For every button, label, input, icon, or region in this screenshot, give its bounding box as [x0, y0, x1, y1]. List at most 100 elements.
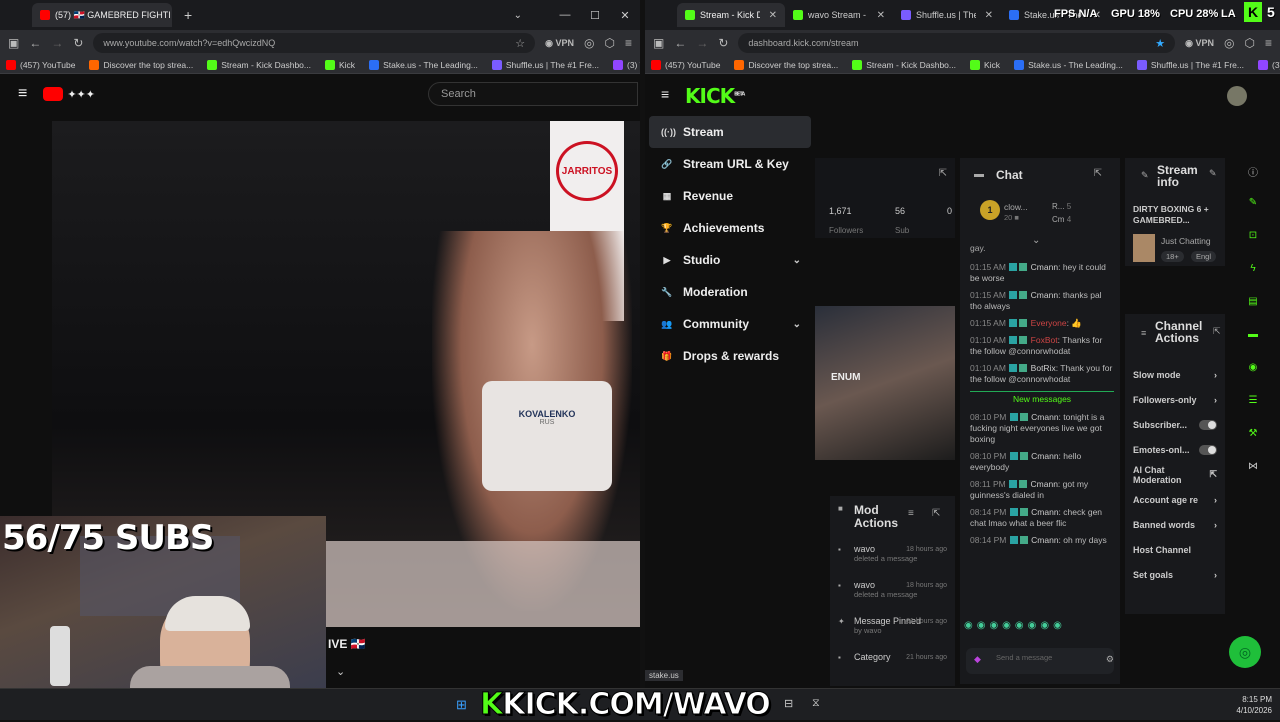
bookmark-item[interactable]: Kick: [970, 59, 1000, 70]
settings-icon[interactable]: ⚙: [1106, 654, 1114, 665]
bookmark-item[interactable]: (457) YouTube: [6, 59, 75, 70]
sidebar-item-stream[interactable]: ((·)) Stream: [649, 116, 811, 148]
close-tab-icon[interactable]: ✕: [877, 10, 885, 21]
bookmark-item[interactable]: (457) YouTube: [651, 59, 720, 70]
bookmark-item[interactable]: Discover the top strea...: [89, 59, 193, 70]
message-user[interactable]: Cmann: [1031, 290, 1058, 300]
sidebar-item-community[interactable]: 👥 Community ⌄: [649, 308, 811, 340]
emote-icon[interactable]: ◆: [974, 654, 981, 665]
windows-start-icon[interactable]: ⊞: [456, 697, 467, 713]
browser-tab[interactable]: wavo Stream - ✕: [785, 3, 893, 27]
sidebar-item-stream-url-key[interactable]: 🔗 Stream URL & Key: [649, 148, 811, 180]
chat-message[interactable]: 08:14 PM Cmann: check gen chat lmao what…: [970, 507, 1114, 529]
message-user[interactable]: Everyone: [1031, 318, 1067, 328]
bookmark-item[interactable]: Stake.us - The Leading...: [369, 59, 478, 70]
right-address-bar[interactable]: dashboard.kick.com/stream ★: [738, 33, 1176, 53]
channel-action-emotes-onl-[interactable]: Emotes-onl...: [1133, 437, 1225, 462]
chat-message[interactable]: 01:10 AM FoxBot: Thanks for the follow @…: [970, 335, 1114, 357]
bookmark-item[interactable]: Shuffle.us | The #1 Fre...: [1136, 59, 1244, 70]
share-icon[interactable]: ⋈: [1246, 461, 1260, 475]
extensions-icon[interactable]: ⬡: [1245, 36, 1255, 50]
bookmark-star-icon[interactable]: ★: [1155, 37, 1165, 50]
youtube-tab[interactable]: (57) 🇩🇴 GAMEBRED FIGHTI ✕: [32, 3, 172, 27]
menu-icon[interactable]: ≡: [625, 36, 632, 50]
expand-chevron-icon[interactable]: ⌄: [336, 665, 345, 678]
browser-tab[interactable]: Shuffle.us | The #1 ✕: [893, 3, 1001, 27]
mod-action-row[interactable]: ▪ Category 21 hours ago: [836, 652, 955, 688]
message-user[interactable]: Cmann: [1031, 262, 1058, 272]
youtube-logo[interactable]: ✦✦✦: [43, 87, 95, 101]
channel-action-host-channel[interactable]: Host Channel: [1133, 537, 1225, 562]
bolt-icon[interactable]: ϟ: [1246, 263, 1260, 277]
taskbar-app-icon[interactable]: ⊟: [784, 697, 793, 710]
chat-message[interactable]: 01:15 AM Cmann: thanks pal tho always: [970, 290, 1114, 312]
chat-message[interactable]: 01:10 AM BotRix: Thank you for the follo…: [970, 363, 1114, 385]
mod-action-row[interactable]: ▪ wavo deleted a message 18 hours ago: [836, 544, 955, 580]
maximize-icon[interactable]: ☐: [580, 9, 610, 22]
camera-icon[interactable]: ⊡: [1246, 230, 1260, 244]
reload-icon[interactable]: ↻: [73, 36, 83, 50]
chat-input[interactable]: Send a message: [966, 648, 1114, 674]
bookmark-star-icon[interactable]: ☆: [515, 37, 525, 50]
browser-tab[interactable]: Stream - Kick D ✕: [677, 3, 785, 27]
vpn-button[interactable]: ◉ VPN: [1185, 38, 1214, 49]
bookmark-item[interactable]: Stream - Kick Dashbo...: [852, 59, 956, 70]
toggle-switch[interactable]: [1199, 419, 1217, 430]
bookmark-item[interactable]: Stream - Kick Dashbo...: [207, 59, 311, 70]
channel-action-followers-only[interactable]: Followers-only ›: [1133, 387, 1225, 412]
channel-action-ai-chat-moderation[interactable]: AI Chat Moderation ⇱: [1133, 462, 1225, 487]
popout-icon[interactable]: ⇱: [939, 168, 947, 179]
forward-icon[interactable]: →: [696, 36, 708, 50]
profile-icon[interactable]: ◎: [584, 36, 594, 50]
bookmark-item[interactable]: (3) Twitch: [1257, 59, 1280, 70]
sidebar-toggle-icon[interactable]: ▣: [653, 36, 664, 50]
message-user[interactable]: Cmann: [1031, 535, 1058, 545]
minimize-icon[interactable]: —: [550, 9, 580, 21]
external-link-icon[interactable]: ⇱: [1209, 469, 1217, 480]
message-user[interactable]: BotRix: [1031, 363, 1056, 373]
bookmark-item[interactable]: Discover the top strea...: [734, 59, 838, 70]
reload-icon[interactable]: ↻: [718, 36, 728, 50]
channel-action-account-age-re[interactable]: Account age re ›: [1133, 487, 1225, 512]
user-avatar[interactable]: [1227, 86, 1247, 106]
kick-menu-icon[interactable]: ≡: [661, 86, 669, 102]
chat-message[interactable]: 08:10 PM Cmann: tonight is a fucking nig…: [970, 412, 1114, 445]
channel-action-banned-words[interactable]: Banned words ›: [1133, 512, 1225, 537]
back-icon[interactable]: ←: [29, 36, 41, 50]
hamburger-menu-icon[interactable]: ≡: [18, 85, 27, 103]
scroll-down-icon[interactable]: ⌄: [1032, 235, 1040, 246]
sidebar-item-achievements[interactable]: 🏆 Achievements: [649, 212, 811, 244]
bookmark-item[interactable]: Kick: [325, 59, 355, 70]
sidebar-item-moderation[interactable]: 🔧 Moderation: [649, 276, 811, 308]
help-fab[interactable]: ◎: [1229, 636, 1261, 668]
channel-action-subscriber-[interactable]: Subscriber...: [1133, 412, 1225, 437]
wrench-icon[interactable]: ⚒: [1246, 428, 1260, 442]
bookmark-item[interactable]: (3) Twitch: [612, 59, 640, 70]
chat-message[interactable]: 08:14 PM Cmann: oh my days: [970, 535, 1114, 546]
chevron-down-icon[interactable]: ⌄: [793, 255, 801, 266]
mod-action-row[interactable]: ✦ Message Pinned by wavo 21 hours ago: [836, 616, 955, 652]
close-tab-icon[interactable]: ✕: [769, 10, 777, 21]
tab-list-chevron-icon[interactable]: ⌄: [514, 10, 522, 21]
chat-bubble-icon[interactable]: ▬: [1246, 329, 1260, 343]
new-tab-button[interactable]: +: [184, 7, 192, 23]
message-user[interactable]: Cmann: [1031, 507, 1058, 517]
channel-action-slow-mode[interactable]: Slow mode ›: [1133, 362, 1225, 387]
kick-logo[interactable]: KICKBETA: [685, 84, 745, 108]
popout-icon[interactable]: ⇱: [1094, 168, 1102, 179]
back-icon[interactable]: ←: [674, 36, 686, 50]
pencil-icon[interactable]: ✎: [1246, 197, 1260, 211]
popout-icon[interactable]: ⇱: [932, 508, 940, 519]
sidebar-item-studio[interactable]: ▶ Studio ⌄: [649, 244, 811, 276]
info-icon[interactable]: ⓘ: [1246, 164, 1260, 179]
popout-icon[interactable]: ⇱: [1213, 326, 1221, 337]
youtube-search-input[interactable]: Search: [428, 82, 638, 106]
message-user[interactable]: Cmann: [1031, 412, 1058, 422]
close-tab-icon[interactable]: ✕: [985, 10, 993, 21]
edit-icon[interactable]: ✎: [1209, 168, 1217, 179]
chat-message[interactable]: 01:15 AM Cmann: hey it could be worse: [970, 262, 1114, 284]
sidebar-item-drops-rewards[interactable]: 🎁 Drops & rewards: [649, 340, 811, 372]
menu-icon[interactable]: ≡: [1265, 36, 1272, 50]
chat-message[interactable]: 08:10 PM Cmann: hello everybody: [970, 451, 1114, 473]
bookmark-item[interactable]: Stake.us - The Leading...: [1014, 59, 1123, 70]
